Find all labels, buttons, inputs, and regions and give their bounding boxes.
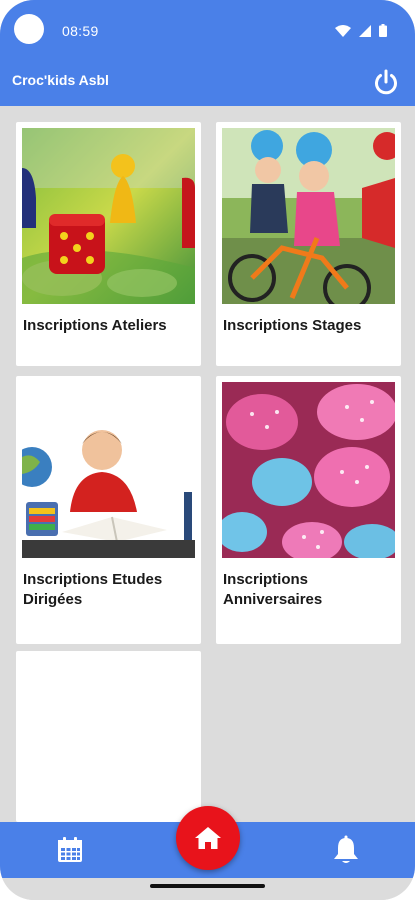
- card-label: Inscriptions Stages: [223, 317, 362, 334]
- notifications-nav-button[interactable]: [332, 835, 360, 865]
- card-inscriptions-ateliers[interactable]: Inscriptions Ateliers: [16, 122, 201, 366]
- logout-power-button[interactable]: [371, 67, 401, 97]
- camera-cutout: [14, 14, 44, 44]
- system-icons: [335, 24, 387, 42]
- board-game-image: [22, 128, 195, 304]
- status-time: 08:59: [62, 23, 99, 39]
- app-title: Croc'kids Asbl: [12, 72, 109, 88]
- power-icon: [375, 69, 397, 95]
- card-inscriptions-stages[interactable]: Inscriptions Stages: [216, 122, 401, 366]
- calendar-icon: [58, 837, 82, 862]
- boy-studying-image: [22, 382, 195, 558]
- card-label: Inscriptions Etudes Dirigées: [23, 571, 163, 608]
- phone-screen: 08:59 Croc'kids Asbl Inscriptions Atelie…: [0, 0, 415, 900]
- status-bar: 08:59: [0, 0, 415, 60]
- calendar-nav-button[interactable]: [56, 836, 84, 864]
- signal-icon: [359, 24, 371, 42]
- kids-cycling-image: [222, 128, 395, 304]
- card-label: Inscriptions Anniversaires: [223, 571, 323, 608]
- battery-icon: [379, 24, 387, 42]
- home-icon: [195, 827, 221, 849]
- card-label: Inscriptions Ateliers: [23, 317, 167, 334]
- cupcakes-image: [222, 382, 395, 558]
- app-bar: Croc'kids Asbl: [0, 60, 415, 106]
- card-inscriptions-anniversaires[interactable]: Inscriptions Anniversaires: [216, 376, 401, 644]
- card-empty[interactable]: [16, 651, 201, 822]
- gesture-area: [0, 878, 415, 900]
- card-inscriptions-etudes-dirigees[interactable]: Inscriptions Etudes Dirigées: [16, 376, 201, 644]
- gesture-handle[interactable]: [150, 884, 265, 888]
- wifi-icon: [335, 24, 351, 42]
- home-fab-button[interactable]: [176, 806, 240, 870]
- bell-icon: [334, 835, 358, 863]
- menu-grid: Inscriptions Ateliers Inscriptions Stage…: [0, 106, 415, 822]
